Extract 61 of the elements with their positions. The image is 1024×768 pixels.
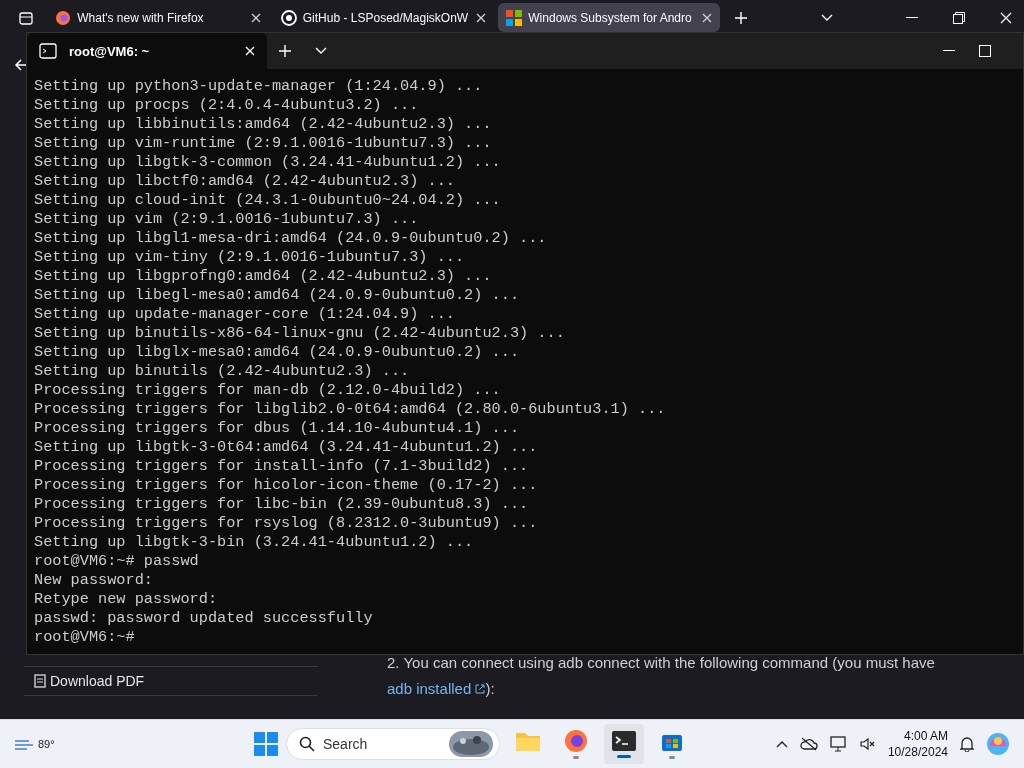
- terminal-line: Processing triggers for dbus (1.14.10-4ubuntu4.1) ...: [34, 419, 521, 438]
- bell-icon[interactable]: [960, 736, 974, 752]
- terminal-line: New password:: [34, 571, 154, 590]
- terminal-line: Processing triggers for man-db (2.12.0-4build2) ...: [34, 381, 502, 400]
- terminal-line: Setting up python3-update-manager (1:24.04.9) ...: [34, 77, 484, 96]
- terminal-line: Setting up libgtk-3-common (3.24.41-4ubuntu1.2) ...: [34, 153, 502, 172]
- folder-icon: [515, 730, 541, 752]
- firefox-icon: [564, 729, 588, 753]
- speaker-muted-icon[interactable]: [859, 737, 876, 751]
- taskbar-app[interactable]: [604, 724, 644, 764]
- close-icon[interactable]: [476, 12, 487, 23]
- adb-installed-link[interactable]: adb installed: [387, 680, 486, 697]
- back-arrow-icon[interactable]: [14, 58, 28, 72]
- terminal-line: Setting up binutils-x86-64-linux-gnu (2.42-4ubuntu2.3) ...: [34, 324, 566, 343]
- cloud-off-icon[interactable]: [799, 737, 818, 751]
- terminal-line: Setting up cloud-init (24.3.1-0ubuntu0~24.04.2) ...: [34, 191, 502, 210]
- download-pdf-link[interactable]: Download PDF: [50, 673, 145, 689]
- document-icon: [34, 674, 46, 688]
- browser-tab[interactable]: Windows Subsystem for Andro: [498, 3, 720, 32]
- temperature: 89°: [38, 738, 55, 750]
- terminal-line: Processing triggers for libc-bin (2.39-0ubuntu8.3) ...: [34, 495, 530, 514]
- terminal-line: Processing triggers for install-info (7.1-3build2) ...: [34, 457, 530, 476]
- terminal-line: Setting up binutils (2.42-4ubuntu2.3) ...: [34, 362, 411, 381]
- terminal-line: Setting up vim (2:9.1.0016-1ubuntu7.3) ...: [34, 210, 420, 229]
- terminal-line: passwd: password updated successfully: [34, 609, 374, 628]
- terminal-line: Setting up libgtk-3-bin (3.24.41-4ubuntu1.2) ...: [34, 533, 475, 552]
- terminal-line: Processing triggers for libglib2.0-0t64:amd64 (2.80.0-6ubuntu3.1) ...: [34, 400, 667, 419]
- terminal-line: Setting up libctf0:amd64 (2.42-4ubuntu2.3) ...: [34, 172, 456, 191]
- terminal-line: Processing triggers for rsyslog (8.2312.0-3ubuntu9) ...: [34, 514, 539, 533]
- browser-tab[interactable]: GitHub - LSPosed/MagiskOnW: [272, 3, 495, 32]
- terminal-icon: [611, 730, 637, 752]
- terminal-line: Setting up libbinutils:amd64 (2.42-4ubuntu2.3) ...: [34, 115, 493, 134]
- external-link-icon: [475, 684, 486, 694]
- terminal-tab[interactable]: root@VM6: ~: [27, 33, 267, 69]
- windows-start-icon[interactable]: [254, 732, 278, 756]
- chevron-up-icon[interactable]: [775, 740, 788, 748]
- terminal-line: Setting up libglx-mesa0:amd64 (24.0.9-0ubuntu0.2) ...: [34, 343, 521, 362]
- browser-tab[interactable]: What's new with Firefox: [47, 3, 269, 32]
- terminal-line: Setting up libgl1-mesa-dri:amd64 (24.0.9-0ubuntu0.2) ...: [34, 229, 548, 248]
- terminal-icon: [39, 43, 57, 59]
- terminal-line: root@VM6:~# passwd: [34, 552, 200, 571]
- search-icon: [299, 736, 315, 752]
- monitor-icon[interactable]: [829, 736, 848, 752]
- terminal-line: Setting up vim-tiny (2:9.1.0016-1ubuntu7.3) ...: [34, 248, 466, 267]
- windows-logo-icon: [506, 9, 523, 26]
- wind-icon: [14, 737, 36, 751]
- terminal-line: Setting up libgprofng0:amd64 (2.42-4ubuntu2.3) ...: [34, 267, 493, 286]
- close-icon[interactable]: [701, 12, 712, 23]
- terminal-line: Setting up libegl-mesa0:amd64 (24.0.9-0ubuntu0.2) ...: [34, 286, 521, 305]
- terminal-line: Retype new password:: [34, 590, 219, 609]
- terminal-line: root@VM6:~#: [34, 628, 136, 647]
- search-field[interactable]: Search: [286, 728, 500, 760]
- terminal-line: Processing triggers for hicolor-icon-theme (0.17-2) ...: [34, 476, 539, 495]
- terminal-line: Setting up libgtk-3-0t64:amd64 (3.24.41-4ubuntu1.2) ...: [34, 438, 539, 457]
- terminal-line: Setting up procps (2:4.0.4-4ubuntu3.2) ...: [34, 96, 420, 115]
- terminal-line: Setting up vim-runtime (2:9.1.0016-1ubuntu7.3) ...: [34, 134, 493, 153]
- clock-date: 10/28/2024: [887, 744, 948, 760]
- clock-time: 4:00 AM: [903, 728, 948, 744]
- close-icon[interactable]: [250, 12, 261, 23]
- terminal-line: Setting up update-manager-core (1:24.04.9) ...: [34, 305, 456, 324]
- firefox-icon: [55, 9, 72, 26]
